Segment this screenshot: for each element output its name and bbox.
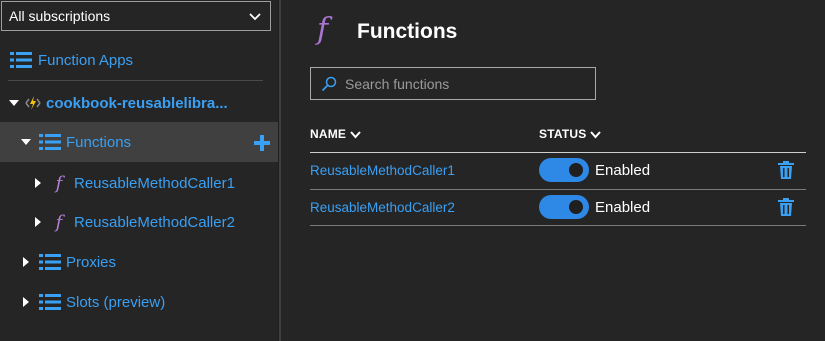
caret-right-icon[interactable]: [33, 217, 43, 227]
caret-down-icon[interactable]: [9, 98, 19, 108]
functions-item[interactable]: Functions: [0, 122, 278, 162]
list-icon: [39, 294, 61, 310]
search-box[interactable]: [310, 67, 596, 100]
sidebar-function-label: ReusableMethodCaller2: [74, 213, 235, 231]
plus-icon[interactable]: [254, 135, 270, 151]
function-icon: f: [317, 12, 329, 47]
slots-item[interactable]: Slots (preview): [0, 282, 278, 322]
chevron-down-icon: [590, 130, 602, 138]
search-icon: [321, 76, 337, 91]
column-header-name-label: NAME: [310, 127, 347, 141]
function-app-item[interactable]: cookbook-reusablelibra...: [0, 83, 278, 123]
toggle-knob: [569, 163, 583, 177]
chevron-down-icon: [249, 13, 261, 21]
sidebar: All subscriptions Function Apps cookbook…: [0, 0, 278, 341]
status-toggle[interactable]: [539, 158, 589, 182]
function-app-name: cookbook-reusablelibra...: [46, 94, 228, 112]
sidebar-function-label: ReusableMethodCaller1: [74, 174, 235, 192]
function-icon: f: [55, 211, 63, 233]
trash-icon[interactable]: [778, 198, 794, 216]
chevron-down-icon: [350, 130, 361, 138]
column-header-status-label: STATUS: [539, 127, 587, 141]
row-divider: [310, 189, 806, 190]
proxies-item[interactable]: Proxies: [0, 242, 278, 282]
caret-right-icon[interactable]: [21, 257, 31, 267]
caret-right-icon[interactable]: [33, 178, 43, 188]
sidebar-function-item[interactable]: f ReusableMethodCaller1: [0, 163, 278, 203]
caret-down-icon[interactable]: [21, 137, 31, 147]
function-icon: f: [55, 172, 63, 194]
trash-icon[interactable]: [778, 161, 794, 179]
slots-label: Slots (preview): [66, 293, 166, 311]
toggle-knob: [569, 200, 583, 214]
subscription-dropdown[interactable]: All subscriptions: [1, 1, 271, 31]
function-apps-item[interactable]: Function Apps: [0, 40, 278, 80]
functions-label: Functions: [66, 133, 132, 151]
list-icon: [39, 254, 61, 270]
function-apps-label: Function Apps: [38, 51, 134, 69]
list-icon: [39, 134, 61, 150]
main-panel: f Functions NAME STATUS ReusableMethodCa…: [281, 0, 825, 341]
table-header-divider: [310, 152, 806, 153]
search-input[interactable]: [343, 74, 587, 93]
status-toggle[interactable]: [539, 195, 589, 219]
caret-right-icon[interactable]: [21, 297, 31, 307]
column-header-name[interactable]: NAME: [310, 127, 361, 141]
column-header-status[interactable]: STATUS: [539, 127, 602, 141]
row-divider: [310, 225, 806, 226]
function-name-link[interactable]: ReusableMethodCaller2: [310, 200, 455, 215]
list-icon: [10, 52, 32, 68]
subscription-label: All subscriptions: [9, 8, 111, 24]
sidebar-divider: [8, 80, 263, 81]
lightning-icon: [25, 96, 41, 110]
sidebar-function-item[interactable]: f ReusableMethodCaller2: [0, 202, 278, 242]
page-title: Functions: [357, 20, 458, 43]
function-name-link[interactable]: ReusableMethodCaller1: [310, 163, 455, 178]
status-text: Enabled: [595, 162, 651, 179]
status-text: Enabled: [595, 199, 651, 216]
proxies-label: Proxies: [66, 253, 117, 271]
